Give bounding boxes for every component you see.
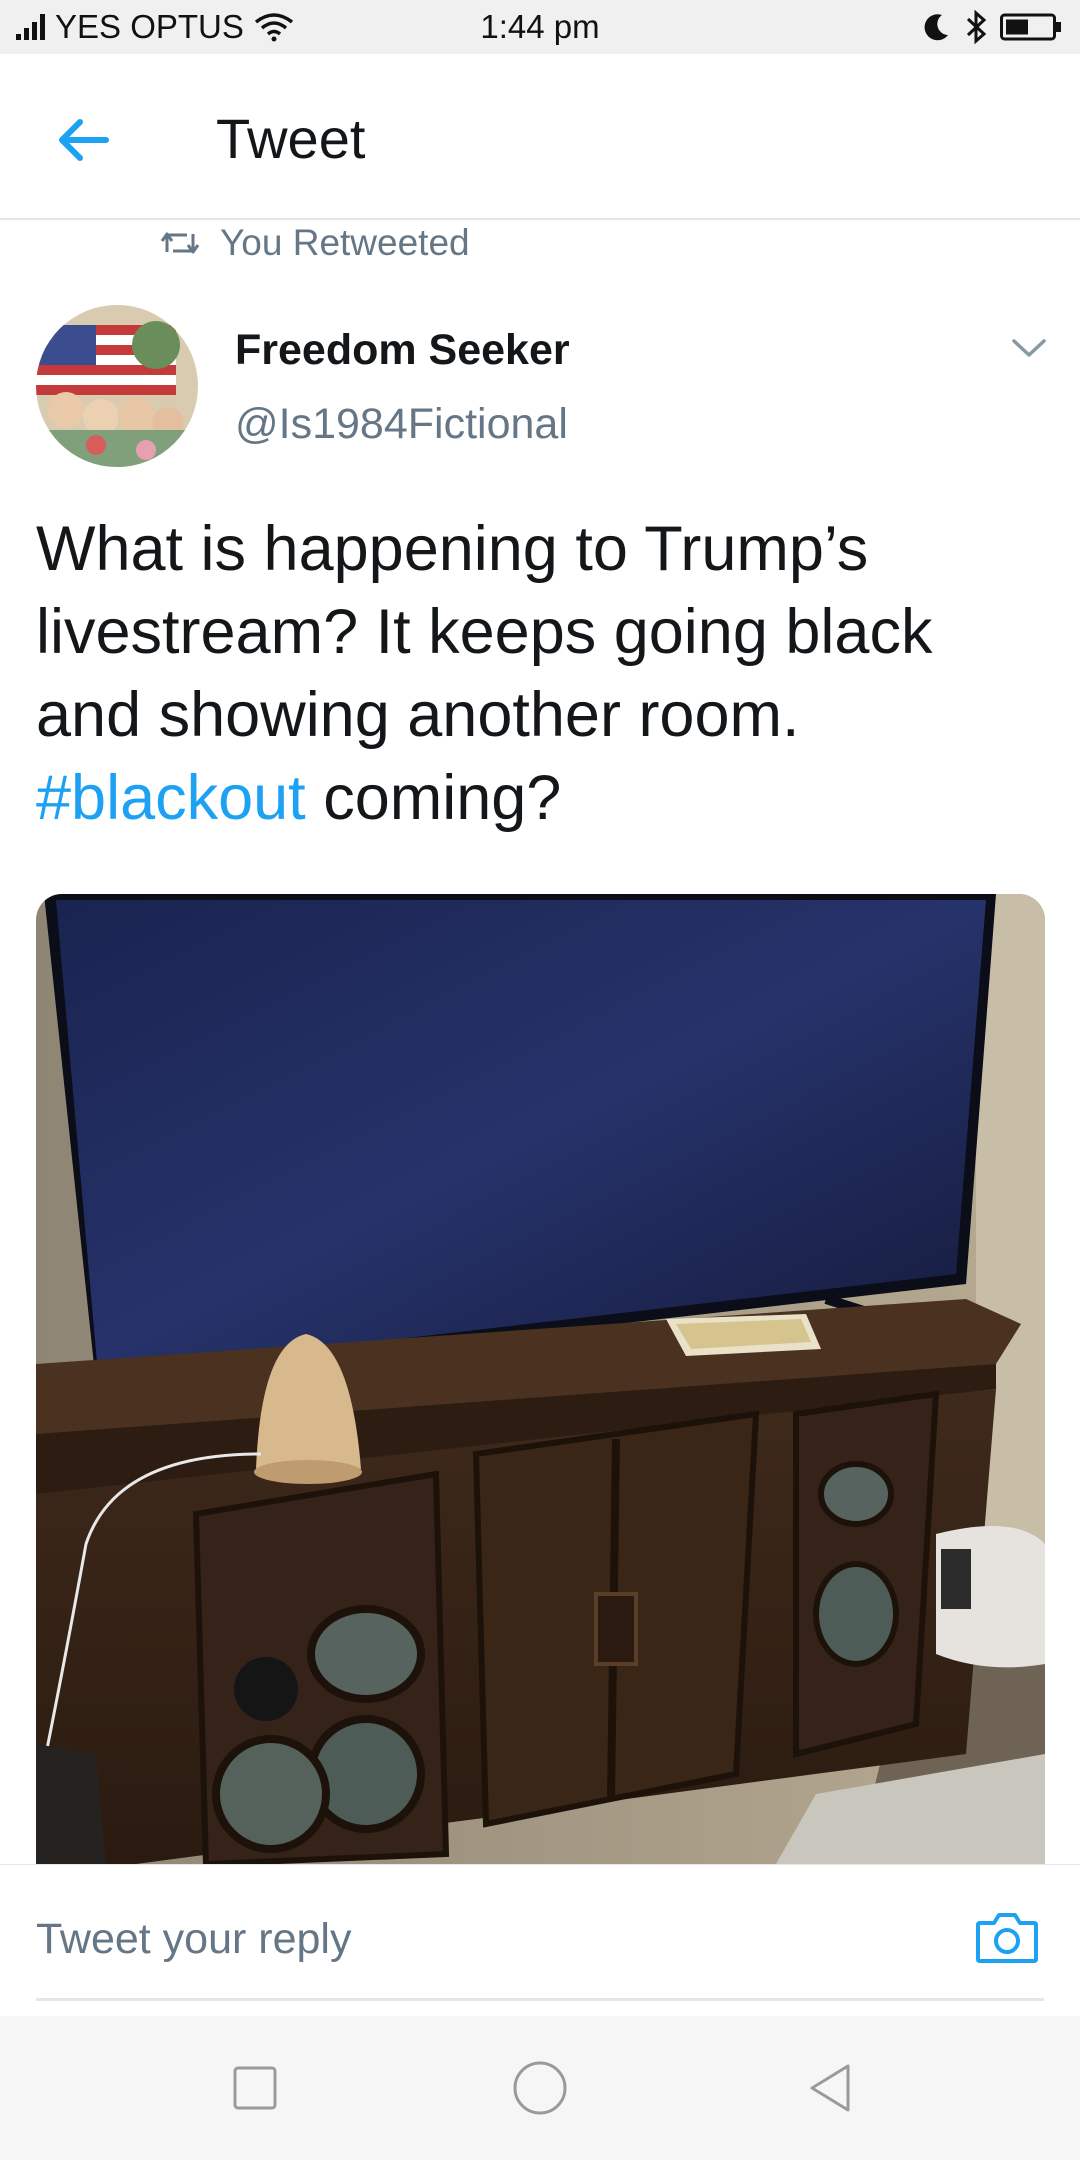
tweet-text-tail: coming? [305, 763, 562, 833]
reply-bar: Tweet your reply [0, 1864, 1080, 2016]
bluetooth-icon [966, 10, 987, 44]
avatar[interactable] [36, 305, 198, 467]
square-recent-icon[interactable] [225, 2058, 285, 2118]
tweet-text: What is happening to Trump’s livestream?… [36, 508, 1046, 840]
arrow-left-icon[interactable] [50, 110, 120, 170]
author-name[interactable]: Freedom Seeker [235, 326, 570, 375]
hashtag-link[interactable]: #blackout [36, 763, 306, 833]
media-image [36, 894, 1045, 1864]
author-handle[interactable]: @Is1984Fictional [235, 400, 568, 449]
chevron-down-icon[interactable] [1010, 335, 1048, 361]
status-bar: YES OPTUS 1:44 pm [0, 0, 1080, 54]
reply-input-underline [36, 1998, 1044, 2001]
reply-input[interactable]: Tweet your reply [36, 1915, 351, 1964]
system-nav-bar [0, 2016, 1080, 2160]
avatar-image [36, 305, 198, 467]
moon-icon [924, 14, 948, 41]
battery-icon [1000, 13, 1061, 41]
triangle-back-icon[interactable] [800, 2058, 860, 2118]
tweet-text-body: What is happening to Trump’s livestream?… [36, 514, 933, 750]
status-time: 1:44 pm [480, 8, 600, 45]
retweet-label: You Retweeted [220, 222, 470, 263]
tweet-media[interactable] [36, 894, 1045, 1864]
retweet-icon [160, 232, 200, 254]
status-right [920, 10, 1062, 44]
camera-icon[interactable] [974, 1907, 1040, 1967]
app-header: Tweet [0, 54, 1080, 220]
retweet-context: You Retweeted [160, 222, 470, 264]
circle-home-icon[interactable] [510, 2058, 570, 2118]
page-title: Tweet [216, 107, 366, 170]
